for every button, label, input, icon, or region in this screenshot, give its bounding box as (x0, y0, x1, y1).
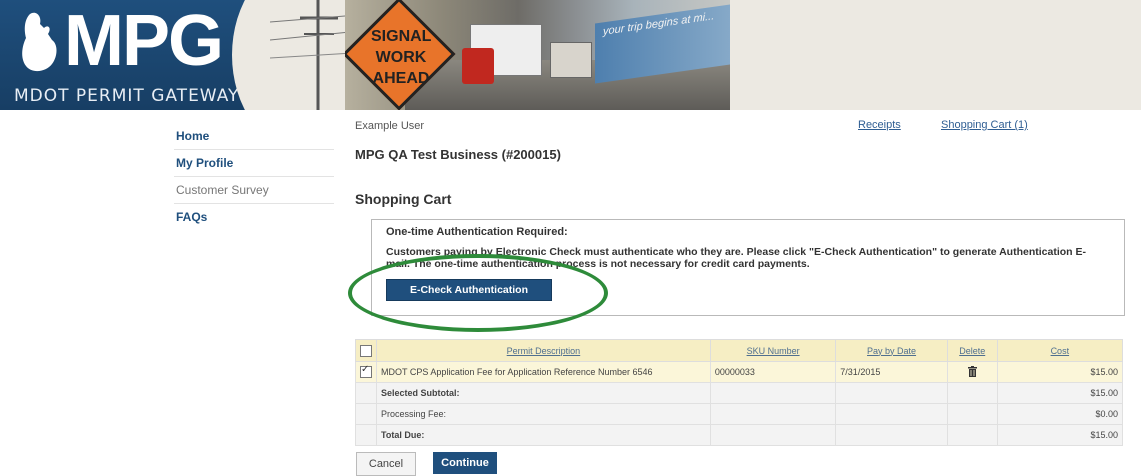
select-all-cell (355, 339, 377, 362)
traffic-photo: SIGNAL WORK AHEAD your trip begins at mi… (345, 0, 730, 110)
total-due-label: Total Due: (376, 424, 711, 446)
item-sku: 00000033 (709, 361, 837, 383)
item-description: MDOT CPS Application Fee for Application… (376, 361, 711, 383)
cart-table: Permit Description SKU Number Pay by Dat… (355, 339, 1124, 446)
processing-fee-value: $0.00 (996, 403, 1124, 425)
summary-row: Total Due: $15.00 (355, 424, 1124, 446)
column-header-cost[interactable]: Cost (996, 339, 1124, 362)
column-header-description[interactable]: Permit Description (376, 339, 711, 362)
nav-item-faqs[interactable]: FAQs (174, 204, 334, 230)
item-pay-by-date: 7/31/2015 (835, 361, 948, 383)
summary-row: Processing Fee: $0.00 (355, 403, 1124, 425)
logo-subtitle: MDOT PERMIT GATEWAY (14, 86, 240, 106)
work-sign-text: SIGNAL WORK AHEAD (371, 28, 432, 87)
second-truck-image (550, 42, 592, 78)
left-nav: Home My Profile Customer Survey FAQs (174, 123, 334, 230)
table-header-row: Permit Description SKU Number Pay by Dat… (355, 339, 1124, 362)
shopping-cart-link[interactable]: Shopping Cart (1) (941, 119, 1028, 131)
item-cost: $15.00 (996, 361, 1124, 383)
michigan-mitten-icon (22, 12, 57, 72)
item-checkbox[interactable] (360, 364, 372, 378)
cancel-button[interactable]: Cancel (356, 452, 416, 476)
subtotal-label: Selected Subtotal: (376, 382, 711, 404)
continue-button[interactable]: Continue (433, 452, 497, 474)
logo-text: MPG (64, 1, 224, 81)
trash-icon[interactable] (967, 365, 977, 377)
auth-title: One-time Authentication Required: (386, 226, 568, 238)
page-title: Shopping Cart (355, 191, 452, 207)
select-all-checkbox[interactable] (360, 344, 372, 357)
column-header-sku[interactable]: SKU Number (709, 339, 837, 362)
processing-fee-label: Processing Fee: (376, 403, 711, 425)
highlight-circle (348, 254, 608, 332)
item-delete-cell (946, 361, 998, 383)
business-name: MPG QA Test Business (#200015) (355, 147, 561, 162)
truck-cab-image (462, 48, 494, 84)
receipts-link[interactable]: Receipts (858, 119, 901, 131)
column-header-pay-by[interactable]: Pay by Date (835, 339, 948, 362)
total-due-value: $15.00 (996, 424, 1124, 446)
user-name: Example User (355, 120, 425, 132)
summary-row: Selected Subtotal: $15.00 (355, 382, 1124, 404)
table-row: MDOT CPS Application Fee for Application… (355, 361, 1124, 383)
subtotal-value: $15.00 (996, 382, 1124, 404)
nav-item-customer-survey[interactable]: Customer Survey (174, 177, 334, 204)
item-select-cell (355, 361, 377, 383)
nav-item-my-profile[interactable]: My Profile (174, 150, 334, 177)
column-header-delete[interactable]: Delete (946, 339, 998, 362)
site-banner: MPG MDOT PERMIT GATEWAY SIGNAL WORK AHEA… (0, 0, 1141, 110)
nav-item-home[interactable]: Home (174, 123, 334, 150)
